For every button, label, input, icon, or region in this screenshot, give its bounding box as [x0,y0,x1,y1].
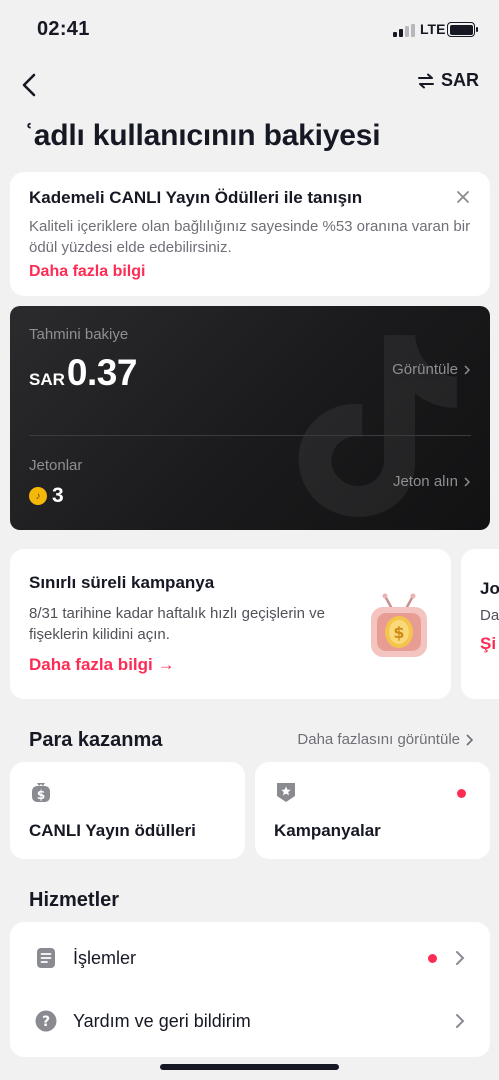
promo2-text: Da [480,607,499,624]
get-coins-button[interactable]: Jeton alın [393,473,470,490]
campaigns-card[interactable]: Kampanyalar [255,762,490,859]
battery-icon [447,22,478,37]
svg-text:$: $ [37,788,45,802]
live-rewards-label: CANLI Yayın ödülleri [29,821,196,840]
intro-learn-more-link[interactable]: Daha fazla bilgi [29,263,145,281]
currency-label: SAR [440,70,479,90]
promo2-title: Jo [480,579,499,598]
svg-text:?: ? [42,1014,50,1030]
balance-label: Tahmini bakiye [29,326,129,343]
balance-card: Tahmini bakiye SAR 0.37 Görüntüle Jetonl… [10,306,490,530]
badge-star-icon [277,783,295,802]
money-bag-icon: $ [32,783,50,802]
chevron-right-icon [464,364,470,375]
notification-dot [457,789,466,798]
promo-card[interactable]: Sınırlı süreli kampanya 8/31 tarihine ka… [10,549,451,699]
view-balance-button[interactable]: Görüntüle [392,361,470,378]
transactions-row[interactable]: İşlemler [10,927,490,989]
promo-text: 8/31 tarihine kadar haftalık hızlı geçiş… [29,605,325,643]
campaigns-label: Kampanyalar [274,821,381,840]
coins-value: 3 [52,484,64,507]
help-feedback-row[interactable]: ? Yardım ve geri bildirim [10,990,490,1052]
balance-amount: SAR 0.37 [29,352,137,394]
help-feedback-label: Yardım ve geri bildirim [73,1010,251,1031]
divider [29,435,471,436]
intro-card: Kademeli CANLI Yayın Ödülleri ile tanışı… [10,172,490,296]
chevron-right-icon [456,951,465,965]
chevron-right-icon [456,1014,465,1028]
close-icon[interactable] [456,190,470,204]
chevron-right-icon [466,733,473,746]
status-time: 02:41 [37,18,90,40]
coins-label: Jetonlar [29,457,83,474]
earn-view-more-link[interactable]: Daha fazlasını görüntüle [297,731,473,748]
coin-icon: ♪ [29,487,47,505]
network-label: LTE [420,21,446,37]
status-bar: 02:41 LTE [0,0,499,56]
view-balance-label: Görüntüle [392,361,458,378]
tiktok-logo-icon [298,335,457,517]
promo-title: Sınırlı süreli kampanya [29,573,215,592]
services-section-title: Hizmetler [29,889,120,911]
home-indicator[interactable] [160,1064,339,1070]
services-card: İşlemler ? Yardım ve geri bildirim [10,922,490,1057]
transactions-label: İşlemler [73,947,137,968]
intro-title: Kademeli CANLI Yayın Ödülleri ile tanışı… [29,188,363,207]
chevron-right-icon [464,476,470,487]
live-rewards-card[interactable]: $ CANLI Yayın ödülleri [10,762,245,859]
intro-text: Kaliteli içeriklere olan bağlılığınız sa… [29,218,471,256]
earn-section-title: Para kazanma [29,729,163,751]
balance-value: 0.37 [66,352,138,393]
get-coins-label: Jeton alın [392,473,458,490]
currency-switch-button[interactable]: SAR [417,70,479,91]
balance-currency: SAR [29,370,65,389]
back-button[interactable] [14,68,44,102]
help-icon: ? [35,1010,57,1032]
page-title: ʿadlı kullanıcının bakiyesi [24,119,381,152]
swap-icon [417,73,434,88]
document-icon [37,948,55,968]
chevron-left-icon [22,73,36,97]
signal-icon [393,24,415,37]
tv-coin-icon: $ [371,593,427,657]
notification-dot [428,953,437,963]
coins-row: ♪ 3 [29,484,64,508]
promo2-link[interactable]: Şi [480,634,499,654]
svg-text:$: $ [393,623,404,642]
earn-view-more-label: Daha fazlasını görüntüle [297,731,460,748]
promo-card-next[interactable]: Jo Da Şi [461,549,499,699]
